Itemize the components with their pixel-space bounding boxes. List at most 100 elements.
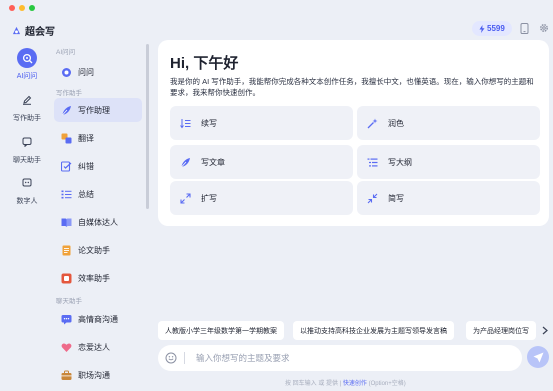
article-icon — [180, 157, 191, 168]
input-divider — [184, 352, 185, 364]
suggestion-chip[interactable]: 以推动支持高科技企业发展为主题写领导发言稿 — [293, 321, 454, 340]
primary-nav-rail: AI问问 写作助手 聊天助手 数字人 — [0, 40, 54, 391]
outline-icon — [367, 157, 378, 168]
card-write-article[interactable]: 写文章 — [170, 145, 353, 179]
sidebar-section-chat: 聊天助手 — [56, 298, 82, 305]
input-hint: 按 回车输入 或 提供 | 快速创作 (Option+空格) — [285, 378, 406, 387]
sidebar-item-label: 恋爱达人 — [78, 342, 110, 352]
sidebar-scrollbar[interactable] — [146, 44, 149, 209]
chevron-right-icon[interactable] — [541, 325, 549, 336]
phone-icon[interactable] — [518, 22, 530, 34]
sidebar-item-romance[interactable]: 恋爱达人 — [54, 335, 142, 359]
sidebar-item-label: 职场沟通 — [78, 370, 110, 380]
hint-prefix: 按 回车输入 或 提供 | — [285, 381, 342, 387]
title-bar: 超会写 5599 — [0, 0, 553, 40]
chat-bubble-icon — [17, 132, 37, 152]
ai-chat-icon — [17, 48, 37, 68]
send-button[interactable] — [527, 346, 549, 368]
card-write-outline[interactable]: 写大纲 — [357, 145, 540, 179]
card-shorten[interactable]: 简写 — [357, 181, 540, 215]
rail-item-digital-human[interactable]: 数字人 — [0, 173, 54, 206]
sidebar-item-label: 高情商沟通 — [78, 314, 118, 324]
hint-accent: 快速创作 — [342, 381, 367, 387]
card-label: 写文章 — [201, 157, 225, 167]
suggestion-chip[interactable]: 为产品经理岗位写 — [466, 321, 536, 340]
sidebar-item-thesis[interactable]: 论文助手 — [54, 238, 142, 262]
card-label: 简写 — [388, 193, 404, 203]
card-continue-writing[interactable]: 续写 — [170, 106, 353, 140]
rail-item-chat-assistant[interactable]: 聊天助手 — [0, 132, 54, 165]
book-icon — [60, 216, 72, 228]
heart-icon — [60, 341, 72, 353]
sidebar-item-label: 总结 — [78, 189, 94, 199]
sidebar-item-label: 论文助手 — [78, 245, 110, 255]
translate-icon — [60, 132, 72, 144]
card-polish[interactable]: 润色 — [357, 106, 540, 140]
sidebar-item-label: 写作助理 — [78, 105, 110, 115]
credits-badge[interactable]: 5599 — [472, 21, 512, 36]
intro-text: 我是你的 AI 写作助手，我能帮你完成各种文本创作任务，我擅长中文，也懂英语。现… — [170, 77, 534, 97]
sidebar-item-ask[interactable]: 问问 — [54, 60, 142, 84]
pen-icon — [17, 90, 37, 110]
sidebar-item-label: 纠错 — [78, 161, 94, 171]
rail-label: 数字人 — [16, 198, 38, 205]
feather-icon — [60, 104, 72, 116]
page-title: Hi, 下午好 — [170, 55, 239, 72]
rail-label: 写作助手 — [13, 115, 41, 122]
shrink-icon — [367, 193, 378, 204]
prompt-input-bar — [158, 345, 522, 371]
sidebar-item-correction[interactable]: 纠错 — [54, 154, 142, 178]
minimize-window-button[interactable] — [19, 5, 25, 11]
close-window-button[interactable] — [9, 5, 15, 11]
sidebar-item-eq-communication[interactable]: 高情商沟通 — [54, 307, 142, 331]
prompt-input[interactable] — [196, 349, 512, 367]
card-label: 扩写 — [201, 193, 217, 203]
send-icon — [533, 352, 543, 362]
ask-icon — [60, 66, 72, 78]
suggestion-chips: 人教版小学三年级数学第一学期教案 以推动支持高科技企业发展为主题写领导发言稿 为… — [158, 321, 539, 340]
zoom-window-button[interactable] — [29, 5, 35, 11]
card-label: 续写 — [201, 118, 217, 128]
rail-label: AI问问 — [16, 73, 38, 80]
sidebar-section-writing: 写作助手 — [56, 90, 82, 97]
hint-suffix: (Option+空格) — [368, 381, 406, 387]
briefcase-icon — [60, 369, 72, 381]
sidebar-section-ai: AI问问 — [56, 49, 76, 56]
sidebar-item-label: 自媒体达人 — [78, 217, 118, 227]
credits-value: 5599 — [487, 24, 505, 33]
paper-icon — [60, 244, 72, 256]
app-brand: 超会写 — [12, 23, 55, 38]
list-icon — [60, 188, 72, 200]
expand-icon — [180, 192, 191, 204]
digital-human-icon — [17, 173, 37, 193]
sidebar-item-label: 效率助手 — [78, 273, 110, 283]
app-logo-icon — [12, 26, 21, 35]
suggestion-chip[interactable]: 人教版小学三年级数学第一学期教案 — [158, 321, 284, 340]
magic-tools-icon[interactable] — [164, 351, 178, 365]
lightning-icon — [479, 24, 485, 33]
correction-icon — [60, 160, 72, 172]
settings-gear-icon[interactable] — [538, 22, 550, 34]
app-name: 超会写 — [25, 27, 55, 38]
efficiency-icon — [60, 272, 72, 284]
rail-label: 聊天助手 — [13, 157, 41, 164]
rail-item-writing-assistant[interactable]: 写作助手 — [0, 90, 54, 123]
sidebar-item-efficiency[interactable]: 效率助手 — [54, 266, 142, 290]
main-panel: Hi, 下午好 我是你的 AI 写作助手，我能帮你完成各种文本创作任务，我擅长中… — [158, 40, 549, 226]
window-controls — [9, 5, 35, 11]
sidebar-item-label: 问问 — [78, 67, 94, 77]
card-expand[interactable]: 扩写 — [170, 181, 353, 215]
sidebar-item-summary[interactable]: 总结 — [54, 182, 142, 206]
feature-sidebar: AI问问 问问 写作助手 写作助理 翻译 纠错 总结 自媒体达人 论文助手 效率… — [54, 40, 148, 391]
sidebar-item-workplace[interactable]: 职场沟通 — [54, 363, 142, 387]
message-icon — [60, 313, 72, 325]
sidebar-item-writing-assistant[interactable]: 写作助理 — [54, 98, 142, 122]
polish-icon — [367, 118, 378, 129]
rail-item-ai-chat[interactable]: AI问问 — [0, 48, 54, 81]
card-label: 写大纲 — [388, 157, 412, 167]
continue-icon — [180, 118, 191, 129]
sidebar-item-we-media[interactable]: 自媒体达人 — [54, 210, 142, 234]
card-label: 润色 — [388, 118, 404, 128]
sidebar-item-translate[interactable]: 翻译 — [54, 126, 142, 150]
sidebar-item-label: 翻译 — [78, 133, 94, 143]
